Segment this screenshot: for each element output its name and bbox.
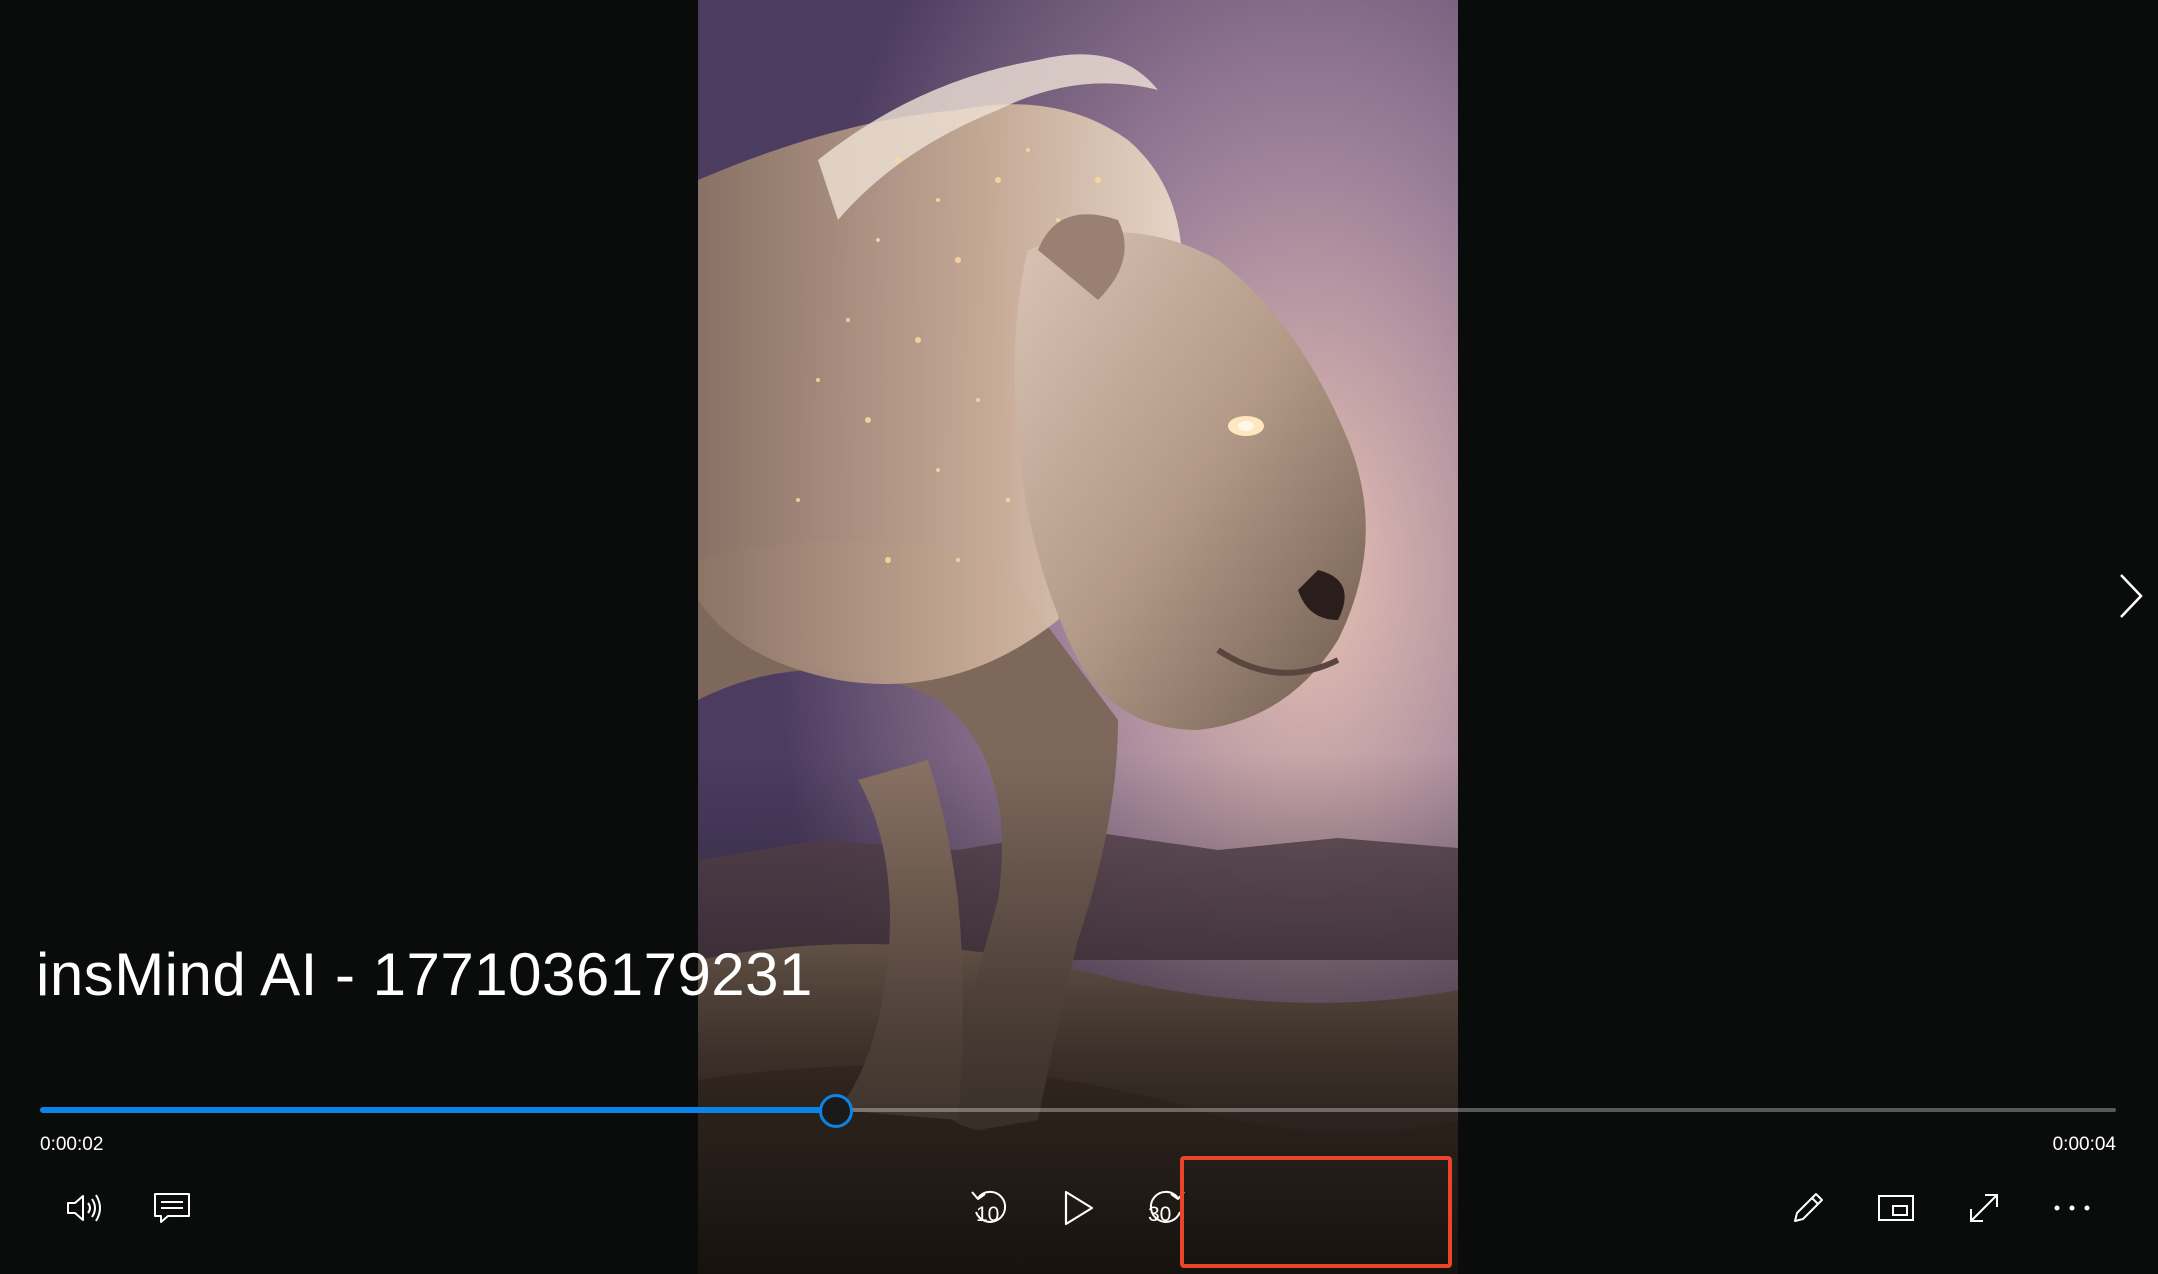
- skip-forward-label: 30: [1148, 1203, 1172, 1226]
- total-time: 0:00:04: [2052, 1134, 2116, 1155]
- play-button[interactable]: [1046, 1176, 1110, 1240]
- fullscreen-button[interactable]: [1952, 1176, 2016, 1240]
- seek-progress: [40, 1107, 835, 1113]
- mini-view-button[interactable]: [1864, 1176, 1928, 1240]
- elapsed-time: 0:00:02: [40, 1134, 104, 1155]
- media-player: insMind AI - 1771036179231 0:00:02 0:00:…: [0, 0, 2158, 1274]
- fullscreen-icon: [1970, 1194, 1998, 1222]
- pencil-icon: [1794, 1193, 1823, 1222]
- volume-button[interactable]: [52, 1176, 116, 1240]
- more-options-button[interactable]: [2040, 1176, 2104, 1240]
- play-icon: [1064, 1190, 1094, 1226]
- captions-icon: [154, 1193, 190, 1223]
- chevron-right-icon: [2120, 574, 2143, 618]
- volume-icon: [67, 1194, 101, 1222]
- mini-view-icon: [1878, 1195, 1914, 1221]
- skip-back-label: 10: [976, 1203, 1000, 1226]
- more-icon: [2054, 1205, 2090, 1211]
- next-item-button[interactable]: [2110, 568, 2150, 624]
- seek-bar[interactable]: [40, 1094, 2116, 1128]
- skip-forward-button[interactable]: 30: [1134, 1176, 1198, 1240]
- video-title: insMind AI - 1771036179231: [36, 941, 813, 1008]
- edit-button[interactable]: [1776, 1176, 1840, 1240]
- skip-back-button[interactable]: 10: [958, 1176, 1022, 1240]
- seek-thumb[interactable]: [819, 1094, 853, 1128]
- lion-image: [698, 0, 1458, 1274]
- video-frame[interactable]: [698, 0, 1458, 1274]
- captions-button[interactable]: [140, 1176, 204, 1240]
